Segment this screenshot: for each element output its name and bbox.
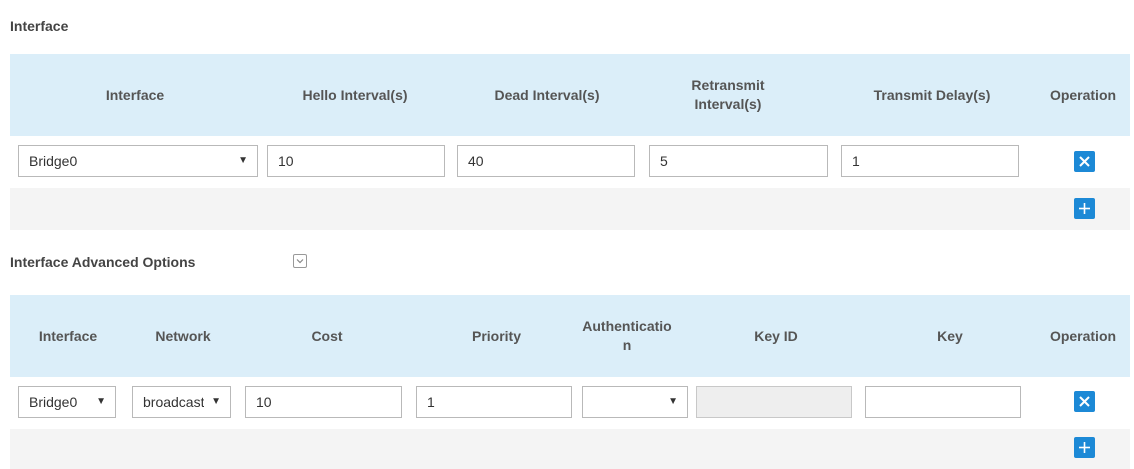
advanced-interface-select-value: Bridge0 bbox=[29, 394, 78, 410]
close-icon bbox=[1079, 396, 1090, 407]
dropdown-arrow-icon: ▼ bbox=[238, 155, 248, 166]
header-interface: Interface bbox=[105, 86, 165, 103]
interface-select-value: Bridge0 bbox=[29, 153, 78, 169]
dropdown-arrow-icon: ▼ bbox=[96, 396, 106, 407]
header-operation: Operation bbox=[1049, 86, 1117, 103]
interface-section-title: Interface bbox=[10, 18, 69, 34]
delete-advanced-row-button[interactable] bbox=[1074, 391, 1095, 412]
advanced-table-header: Interface Network Cost Priority Authenti… bbox=[10, 295, 1130, 377]
interface-table-row: Bridge0 ▼ 10 40 5 1 bbox=[10, 136, 1130, 188]
header-interface: Interface bbox=[38, 327, 98, 344]
authentication-select[interactable]: ▼ bbox=[582, 386, 688, 418]
chevron-down-icon bbox=[296, 259, 304, 264]
dropdown-arrow-icon: ▼ bbox=[211, 396, 221, 407]
key-input[interactable] bbox=[865, 386, 1021, 418]
header-operation: Operation bbox=[1049, 327, 1117, 344]
advanced-table-row: Bridge0 ▼ broadcast ▼ 10 1 ▼ bbox=[10, 377, 1130, 429]
header-key-id: Key ID bbox=[754, 327, 798, 344]
header-transmit-delay: Transmit Delay(s) bbox=[873, 86, 991, 103]
key-id-input bbox=[696, 386, 852, 418]
network-select[interactable]: broadcast ▼ bbox=[132, 386, 231, 418]
retransmit-interval-input[interactable]: 5 bbox=[649, 145, 828, 177]
dead-interval-input[interactable]: 40 bbox=[457, 145, 635, 177]
advanced-add-row bbox=[10, 429, 1130, 469]
interface-table-header: Interface Hello Interval(s) Dead Interva… bbox=[10, 54, 1130, 136]
add-interface-button[interactable] bbox=[1074, 198, 1095, 219]
header-retransmit-interval: Retransmit Interval(s) bbox=[691, 77, 765, 112]
interface-select[interactable]: Bridge0 ▼ bbox=[18, 145, 258, 177]
advanced-interface-select[interactable]: Bridge0 ▼ bbox=[18, 386, 116, 418]
header-hello-interval: Hello Interval(s) bbox=[302, 86, 408, 103]
header-network: Network bbox=[155, 327, 211, 344]
transmit-delay-input[interactable]: 1 bbox=[841, 145, 1019, 177]
add-advanced-button[interactable] bbox=[1074, 437, 1095, 458]
header-authentication: Authentication bbox=[582, 318, 672, 353]
interface-add-row bbox=[10, 188, 1130, 230]
dropdown-arrow-icon: ▼ bbox=[668, 396, 678, 407]
network-select-value: broadcast bbox=[143, 394, 204, 410]
plus-icon bbox=[1079, 442, 1090, 453]
plus-icon bbox=[1079, 203, 1090, 214]
advanced-toggle-button[interactable] bbox=[293, 254, 307, 268]
header-priority: Priority bbox=[471, 327, 521, 344]
header-key: Key bbox=[937, 327, 963, 344]
cost-input[interactable]: 10 bbox=[245, 386, 402, 418]
hello-interval-input[interactable]: 10 bbox=[267, 145, 445, 177]
delete-row-button[interactable] bbox=[1074, 151, 1095, 172]
priority-input[interactable]: 1 bbox=[416, 386, 572, 418]
header-cost: Cost bbox=[311, 327, 343, 344]
close-icon bbox=[1079, 156, 1090, 167]
advanced-section-title: Interface Advanced Options bbox=[10, 254, 196, 270]
header-dead-interval: Dead Interval(s) bbox=[494, 86, 600, 103]
